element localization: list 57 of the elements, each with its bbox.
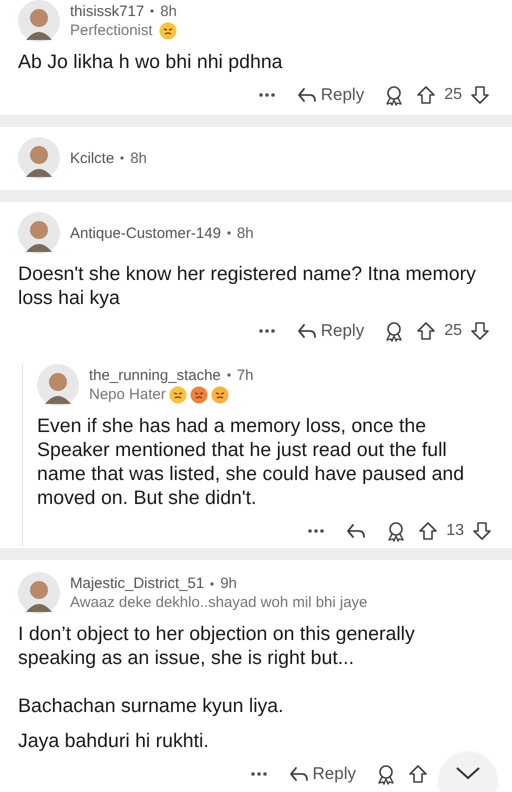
- comment-text: Bachachan surname kyun liya.: [18, 694, 285, 718]
- user-flair: Nepo Hater: [89, 386, 166, 403]
- downvote-icon[interactable]: [472, 521, 492, 541]
- reply-icon: [296, 86, 317, 104]
- downvote-icon[interactable]: [470, 321, 490, 341]
- upvote-icon[interactable]: [416, 85, 436, 105]
- vote-count: 25: [444, 322, 462, 340]
- reply-button[interactable]: [346, 522, 366, 540]
- separator-dot-icon: [150, 9, 154, 13]
- award-icon[interactable]: [384, 84, 404, 106]
- more-icon[interactable]: [256, 326, 277, 336]
- username-link[interactable]: thisissk717: [70, 2, 144, 20]
- comment-time: 8h: [130, 150, 147, 166]
- comment-time: 9h: [220, 575, 237, 592]
- more-icon[interactable]: [248, 769, 269, 779]
- avatar-icon[interactable]: [18, 137, 60, 179]
- separator-dot-icon: [226, 231, 231, 235]
- comment-text: Jaya bahduri hi rukhti.: [18, 729, 210, 753]
- more-icon[interactable]: [306, 526, 326, 536]
- separator-dot-icon: [226, 373, 231, 377]
- upvote-icon[interactable]: [416, 321, 436, 341]
- reply-icon: [296, 322, 317, 340]
- downvote-icon[interactable]: [470, 85, 490, 105]
- username-link[interactable]: Antique-Customer-149: [70, 224, 221, 242]
- chevron-down-icon: [455, 766, 481, 780]
- comment-text: Doesn't she know her registered name? Itna memory loss hai kya: [18, 262, 477, 310]
- username-link[interactable]: Majestic_District_51: [70, 575, 204, 592]
- avatar-icon[interactable]: [18, 212, 60, 254]
- user-flair: Perfectionist: [70, 22, 153, 39]
- reply-button[interactable]: Reply: [296, 85, 364, 105]
- avatar-icon[interactable]: [18, 0, 60, 42]
- separator-dot-icon: [120, 156, 124, 160]
- comment-text: Even if she has had a memory loss, once the Speaker mentioned that he just read out the full name that was listed, she could have paused and moved on. But she didn't.: [37, 414, 466, 510]
- vote-count: 25: [444, 86, 462, 104]
- comment-text: Ab Jo likha h wo bhi nhi pdhna: [18, 50, 284, 74]
- reply-button[interactable]: Reply: [288, 764, 356, 784]
- comment-time: 8h: [160, 2, 177, 20]
- comment-time: 7h: [236, 366, 254, 384]
- avatar-icon[interactable]: [18, 572, 60, 614]
- username-link[interactable]: the_running_stache: [89, 366, 221, 384]
- comment-text: I don’t object to her objection on this generally speaking as an issue, she is right but...: [18, 622, 416, 670]
- reply-icon: [288, 765, 309, 783]
- more-icon[interactable]: [256, 90, 277, 100]
- award-icon[interactable]: [384, 320, 404, 342]
- avatar-icon[interactable]: [37, 364, 79, 406]
- collapse-button[interactable]: [440, 752, 496, 792]
- reply-button[interactable]: Reply: [296, 321, 364, 341]
- user-flair: Awaaz deke dekhlo..shayad woh mil bhi jaye: [70, 594, 368, 611]
- award-icon[interactable]: [376, 764, 396, 784]
- upvote-icon[interactable]: [408, 764, 428, 784]
- reply-icon: [346, 522, 366, 540]
- vote-count: 13: [446, 522, 464, 540]
- separator-dot-icon: [210, 582, 214, 586]
- award-icon[interactable]: [386, 520, 406, 542]
- comment-time: 8h: [236, 224, 254, 242]
- upvote-icon[interactable]: [418, 521, 438, 541]
- username-link[interactable]: Kcilcte: [70, 150, 114, 166]
